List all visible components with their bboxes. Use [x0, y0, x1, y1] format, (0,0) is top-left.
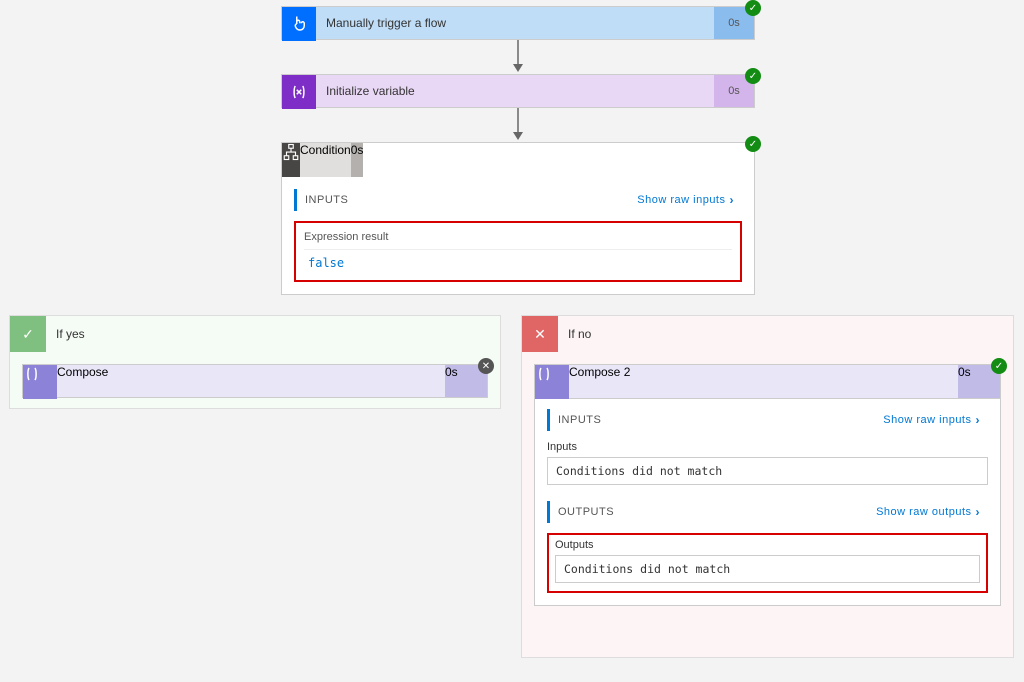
branch-title: If yes — [46, 327, 85, 341]
success-badge-icon: ✓ — [745, 136, 761, 152]
outputs-label: OUTPUTS — [558, 506, 614, 518]
expression-value: false — [304, 249, 732, 270]
step-title: Condition — [300, 143, 351, 177]
show-raw-inputs-link[interactable]: Show raw inputs › — [883, 413, 980, 427]
compose-2-step[interactable]: Compose 2 0s ✓ — [535, 365, 1000, 399]
success-badge-icon: ✓ — [745, 68, 761, 84]
close-icon: ✕ — [522, 316, 558, 352]
outputs-field-label: Outputs — [555, 539, 980, 551]
compose-2-card: Compose 2 0s ✓ INPUTS Show raw inputs › … — [534, 364, 1001, 606]
expression-result-box: Expression result false — [294, 221, 742, 282]
success-badge-icon: ✓ — [991, 358, 1007, 374]
condition-icon — [282, 143, 300, 177]
step-title: Initialize variable — [316, 75, 714, 107]
touch-icon — [282, 7, 316, 41]
step-title: Compose 2 — [569, 365, 958, 398]
inputs-label: INPUTS — [558, 414, 601, 426]
show-raw-inputs-link[interactable]: Show raw inputs › — [637, 193, 734, 207]
success-badge-icon: ✓ — [745, 0, 761, 16]
inputs-section-header: INPUTS Show raw inputs › — [294, 189, 742, 211]
duration-label: 0s — [351, 143, 364, 177]
chevron-right-icon: › — [976, 413, 981, 427]
step-title: Compose — [57, 365, 445, 397]
show-raw-outputs-link[interactable]: Show raw outputs › — [876, 505, 980, 519]
connector-arrow — [512, 108, 524, 142]
condition-card[interactable]: Condition 0s ✓ INPUTS Show raw inputs › … — [281, 142, 755, 295]
variable-icon — [282, 75, 316, 109]
inputs-value: Conditions did not match — [547, 457, 988, 485]
condition-header[interactable]: Condition 0s ✓ — [282, 143, 754, 177]
outputs-section-header: OUTPUTS Show raw outputs › — [547, 501, 988, 523]
if-yes-branch: ✓ If yes Compose 0s ✕ — [9, 315, 501, 409]
chevron-right-icon: › — [976, 505, 981, 519]
branch-title: If no — [558, 327, 591, 341]
branch-header[interactable]: ✕ If no — [522, 316, 1013, 352]
connector-arrow — [512, 40, 524, 74]
compose-icon — [535, 365, 569, 399]
init-variable-step[interactable]: Initialize variable 0s ✓ — [281, 74, 755, 108]
expression-label: Expression result — [304, 229, 732, 243]
compose-icon — [23, 365, 57, 399]
condition-body: INPUTS Show raw inputs › Expression resu… — [282, 177, 754, 294]
chevron-right-icon: › — [730, 193, 735, 207]
inputs-field-label: Inputs — [547, 441, 988, 453]
outputs-value: Conditions did not match — [555, 555, 980, 583]
check-icon: ✓ — [10, 316, 46, 352]
flow-canvas: Manually trigger a flow 0s ✓ Initialize … — [0, 0, 1024, 682]
inputs-section-header: INPUTS Show raw inputs › — [547, 409, 988, 431]
branch-header[interactable]: ✓ If yes — [10, 316, 500, 352]
trigger-step[interactable]: Manually trigger a flow 0s ✓ — [281, 6, 755, 40]
outputs-highlight-box: Outputs Conditions did not match — [547, 533, 988, 593]
step-title: Manually trigger a flow — [316, 7, 714, 39]
if-no-branch: ✕ If no Compose 2 0s ✓ INPUTS Show — [521, 315, 1014, 658]
skipped-badge-icon: ✕ — [478, 358, 494, 374]
inputs-label: INPUTS — [305, 194, 348, 206]
compose-step[interactable]: Compose 0s ✕ — [22, 364, 488, 398]
